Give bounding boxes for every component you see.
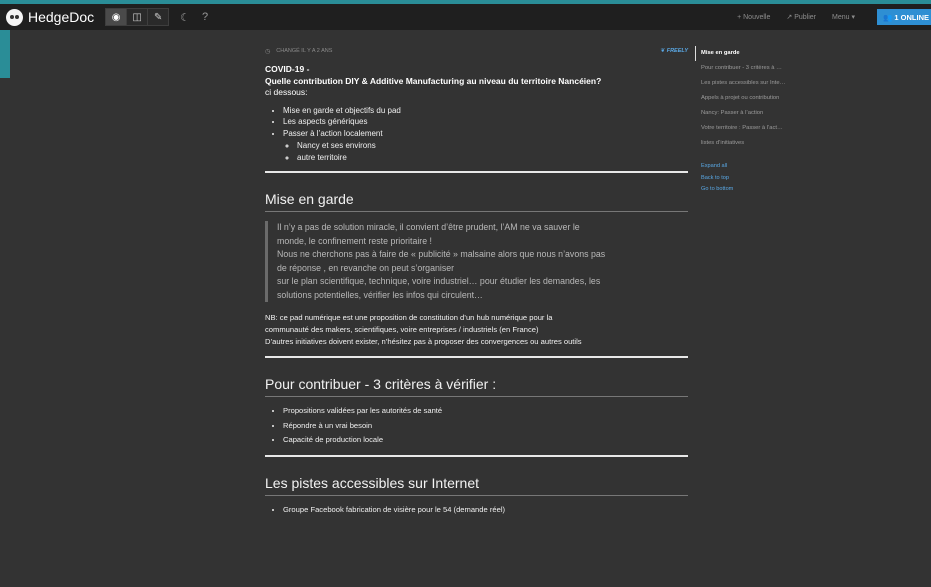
list-item: Groupe Facebook fabrication de visière p…: [283, 503, 688, 517]
eye-icon: ◉: [111, 11, 121, 23]
menu-dropdown[interactable]: Menu ▾: [832, 13, 855, 21]
edit-mode-button[interactable]: ✎: [147, 8, 170, 26]
quote-line: sur le plan scientifique, technique, voi…: [277, 276, 601, 287]
share-icon: ↗: [786, 14, 793, 21]
list-item: Propositions validées par les autorités …: [283, 404, 688, 418]
brand-name: HedgeDoc: [28, 9, 95, 25]
toc-item[interactable]: Votre territoire : Passer à l’act…: [701, 121, 785, 136]
last-changed: CHANGÉ IL Y A 2 ANS: [276, 48, 333, 54]
quote-line: solutions potentielles, vérifier les inf…: [277, 289, 483, 300]
toc-item[interactable]: Pour contribuer - 3 critères à …: [701, 61, 785, 76]
list-item: Les aspects génériques: [283, 116, 688, 128]
list-item: Passer à l’action localement Nancy et se…: [283, 128, 688, 163]
heading-mise-en-garde: Mise en garde: [265, 191, 688, 213]
navbar-right: + Nouvelle ↗ Publier Menu ▾ 👥 1 ONLINE: [721, 9, 931, 25]
list-item: Répondre à un vrai besoin: [283, 419, 688, 433]
toc-item[interactable]: listes d’initiatives: [701, 136, 785, 151]
toc-item[interactable]: Nancy: Passer à l’action: [701, 106, 785, 121]
nb-paragraph: NB: ce pad numérique est une proposition…: [265, 312, 688, 348]
toc-spacer: [701, 151, 785, 161]
permission-label: FREELY: [666, 48, 688, 54]
sub-list: Nancy et ses environs autre territoire: [283, 140, 688, 164]
quote-line: monde, le confinement reste prioritaire …: [277, 235, 432, 246]
pencil-icon: ✎: [153, 11, 163, 23]
nb-line: NB: ce pad numérique est une proposition…: [265, 313, 553, 323]
toc-item[interactable]: Les pistes accessibles sur Inte…: [701, 76, 785, 91]
list-item-text: Passer à l’action localement: [283, 129, 383, 139]
list-item: autre territoire: [297, 152, 688, 164]
back-to-top-link[interactable]: Back to top: [701, 173, 785, 185]
expand-all-link[interactable]: Expand all: [701, 161, 785, 173]
doc-title-line2: Quelle contribution DIY & Additive Manuf…: [265, 75, 602, 86]
toc-item[interactable]: Mise en garde: [695, 46, 785, 61]
list-item: Capacité de production locale: [283, 433, 688, 447]
toc-sidebar: Mise en garde Pour contribuer - 3 critèr…: [695, 46, 785, 196]
online-users-button[interactable]: 👥 1 ONLINE: [876, 9, 931, 25]
help-button[interactable]: ?: [202, 11, 208, 23]
toc-item[interactable]: Appels à projet ou contribution: [701, 91, 785, 106]
heading-pistes: Les pistes accessibles sur Internet: [265, 475, 688, 497]
view-mode-button[interactable]: ◉: [105, 8, 128, 26]
new-note-link[interactable]: + Nouvelle: [737, 14, 770, 21]
horizontal-rule: [265, 356, 688, 359]
question-icon: ?: [202, 11, 209, 23]
criteria-list: Propositions validées par les autorités …: [265, 404, 688, 447]
doc-title-line1: COVID-19 -: [265, 64, 310, 74]
night-mode-button[interactable]: ☾: [180, 11, 190, 24]
blockquote: Il n’y a pas de solution miracle, il con…: [265, 221, 688, 303]
doc-meta: ◷ CHANGÉ IL Y A 2 ANS ❦ FREELY: [265, 46, 688, 56]
publish-label: Publier: [794, 14, 816, 21]
document: ◷ CHANGÉ IL Y A 2 ANS ❦ FREELY COVID-19 …: [265, 46, 688, 517]
hedgedoc-logo-icon: [6, 8, 23, 26]
nb-line: D’autres initiatives doivent exister, n’…: [265, 337, 582, 347]
intro-list: Mise en garde et objectifs du pad Les as…: [265, 105, 688, 164]
quote-line: Nous ne cherchons pas à faire de « publi…: [277, 249, 606, 260]
horizontal-rule: [265, 455, 688, 458]
list-item: Mise en garde et objectifs du pad: [283, 105, 688, 117]
doc-intro: COVID-19 - Quelle contribution DIY & Add…: [265, 64, 688, 99]
moon-icon: ☾: [180, 11, 191, 24]
list-item: Nancy et ses environs: [297, 140, 688, 152]
heading-pour-contribuer: Pour contribuer - 3 critères à vérifier …: [265, 376, 688, 398]
brand[interactable]: HedgeDoc: [6, 8, 95, 26]
nb-line: communauté des makers, scientifiques, vo…: [265, 325, 539, 335]
permission-badge[interactable]: ❦ FREELY: [661, 48, 688, 54]
publish-link[interactable]: ↗ Publier: [786, 13, 816, 21]
columns-icon: ◫: [132, 11, 142, 23]
go-to-bottom-link[interactable]: Go to bottom: [701, 184, 785, 196]
online-count: 1 ONLINE: [894, 12, 929, 22]
horizontal-rule: [265, 171, 688, 174]
doc-intro-line3: ci dessous:: [265, 87, 308, 97]
clock-icon: ◷: [265, 48, 271, 55]
both-mode-button[interactable]: ◫: [126, 8, 149, 26]
mode-toggle-group: ◉ ◫ ✎: [105, 8, 170, 26]
navbar: HedgeDoc ◉ ◫ ✎ ☾ ? + Nouvelle ↗ Publier …: [0, 4, 931, 30]
quote-line: Il n’y a pas de solution miracle, il con…: [277, 222, 580, 233]
users-icon: 👥: [882, 12, 895, 22]
pistes-list: Groupe Facebook fabrication de visière p…: [265, 503, 688, 517]
quote-line: de réponse , en revanche on peut s’organ…: [277, 262, 455, 273]
